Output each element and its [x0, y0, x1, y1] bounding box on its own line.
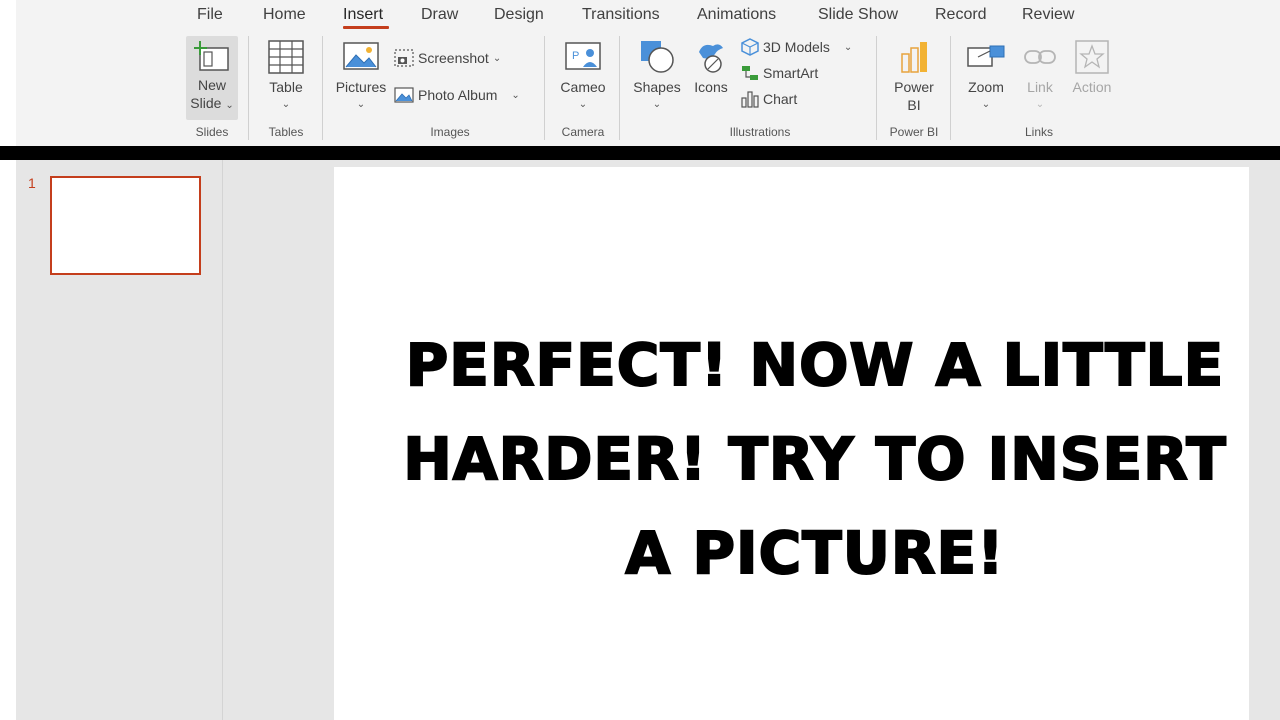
- shapes-icon: [639, 40, 675, 74]
- slide-text-line: HARDER! TRY TO INSERT: [402, 424, 1227, 494]
- screenshot-icon: [394, 49, 414, 67]
- group-label-images: Images: [430, 125, 470, 139]
- tab-home[interactable]: Home: [263, 6, 306, 24]
- chevron-down-icon: ⌄: [511, 89, 520, 101]
- active-tab-indicator: [343, 26, 389, 29]
- new-slide-label-2: Slide ⌄: [190, 95, 234, 111]
- ribbon-divider-bar: [0, 146, 1280, 158]
- slide-text-box[interactable]: PERFECT! NOW A LITTLE HARDER! TRY TO INS…: [380, 318, 1250, 600]
- screenshot-button[interactable]: Screenshot ⌄: [394, 49, 501, 67]
- tab-slide-show[interactable]: Slide Show: [818, 6, 898, 24]
- new-slide-button[interactable]: New Slide ⌄: [186, 36, 238, 120]
- slide-number: 1: [28, 175, 36, 191]
- chart-button[interactable]: Chart: [741, 90, 797, 108]
- chevron-down-icon: ⌄: [843, 41, 853, 53]
- chart-label: Chart: [763, 91, 798, 107]
- tab-draw[interactable]: Draw: [421, 6, 458, 24]
- shapes-button[interactable]: Shapes ⌄: [628, 40, 686, 114]
- group-separator: [322, 36, 323, 140]
- group-label-links: Links: [1024, 125, 1053, 139]
- power-bi-button[interactable]: Power BI: [886, 40, 942, 114]
- star-action-icon: [1074, 40, 1110, 74]
- smartart-icon: [741, 64, 759, 82]
- chevron-down-icon: ⌄: [1035, 99, 1045, 110]
- table-button[interactable]: Table ⌄: [260, 40, 312, 114]
- group-label-slides: Slides: [195, 125, 229, 139]
- chevron-down-icon: ⌄: [981, 99, 991, 110]
- svg-text:P: P: [572, 50, 579, 62]
- chart-icon: [741, 90, 759, 108]
- pictures-button[interactable]: Pictures ⌄: [332, 40, 390, 114]
- chevron-down-icon: ⌄: [652, 99, 662, 110]
- link-button[interactable]: Link ⌄: [1018, 40, 1062, 114]
- power-bi-label-2: BI: [907, 97, 921, 113]
- power-bi-label-1: Power: [894, 79, 934, 95]
- table-icon: [268, 40, 304, 74]
- slide-text-line: A PICTURE!: [624, 518, 1005, 588]
- action-button[interactable]: Action: [1066, 40, 1118, 96]
- 3d-models-label: 3D Models: [763, 39, 830, 55]
- slide-thumbnail[interactable]: [50, 176, 201, 275]
- cameo-icon: P: [565, 40, 601, 74]
- photo-album-button[interactable]: Photo Album ⌄: [394, 86, 520, 104]
- group-label-tables: Tables: [268, 125, 304, 139]
- group-separator: [619, 36, 620, 140]
- chevron-down-icon: ⌄: [281, 99, 291, 110]
- new-slide-icon: [194, 40, 230, 72]
- cube-icon: [741, 38, 759, 56]
- tab-insert[interactable]: Insert: [343, 6, 383, 24]
- photo-album-icon: [394, 86, 414, 104]
- tab-record[interactable]: Record: [935, 6, 987, 24]
- tab-design[interactable]: Design: [494, 6, 544, 24]
- tab-review[interactable]: Review: [1022, 6, 1074, 24]
- tab-transitions[interactable]: Transitions: [582, 6, 660, 24]
- table-label: Table: [269, 79, 303, 95]
- zoom-icon: [966, 40, 1006, 74]
- zoom-label: Zoom: [968, 79, 1004, 95]
- group-separator: [248, 36, 249, 140]
- ribbon: File Home Insert Draw Design Transitions…: [16, 0, 1280, 146]
- group-separator: [876, 36, 877, 140]
- group-label-camera: Camera: [561, 125, 605, 139]
- group-label-power-bi: Power BI: [889, 125, 939, 139]
- icons-icon: [693, 40, 729, 74]
- icons-label: Icons: [694, 79, 728, 95]
- smartart-label: SmartArt: [763, 65, 819, 81]
- chevron-down-icon: ⌄: [356, 99, 366, 110]
- group-label-illustrations: Illustrations: [729, 125, 791, 139]
- chevron-down-icon: ⌄: [578, 99, 588, 110]
- smartart-button[interactable]: SmartArt: [741, 64, 818, 82]
- power-bi-icon: [896, 40, 932, 74]
- cameo-label: Cameo: [560, 79, 606, 95]
- new-slide-label-1: New: [197, 77, 226, 93]
- pictures-label: Pictures: [335, 79, 387, 95]
- link-label: Link: [1027, 79, 1053, 95]
- slide-text-line: PERFECT! NOW A LITTLE: [405, 330, 1225, 400]
- group-separator: [950, 36, 951, 140]
- pictures-icon: [343, 40, 379, 74]
- icons-button[interactable]: Icons: [688, 40, 734, 96]
- group-separator: [544, 36, 545, 140]
- action-label: Action: [1072, 79, 1112, 95]
- 3d-models-button[interactable]: 3D Models ⌄: [741, 38, 852, 56]
- link-icon: [1022, 40, 1058, 74]
- zoom-button[interactable]: Zoom ⌄: [960, 40, 1012, 114]
- chevron-down-icon: ⌄: [492, 52, 502, 64]
- tab-file[interactable]: File: [197, 6, 223, 24]
- shapes-label: Shapes: [633, 79, 681, 95]
- photo-album-label: Photo Album: [418, 87, 498, 103]
- tab-animations[interactable]: Animations: [697, 6, 776, 24]
- screenshot-label: Screenshot: [418, 50, 489, 66]
- cameo-button[interactable]: P Cameo ⌄: [554, 40, 612, 114]
